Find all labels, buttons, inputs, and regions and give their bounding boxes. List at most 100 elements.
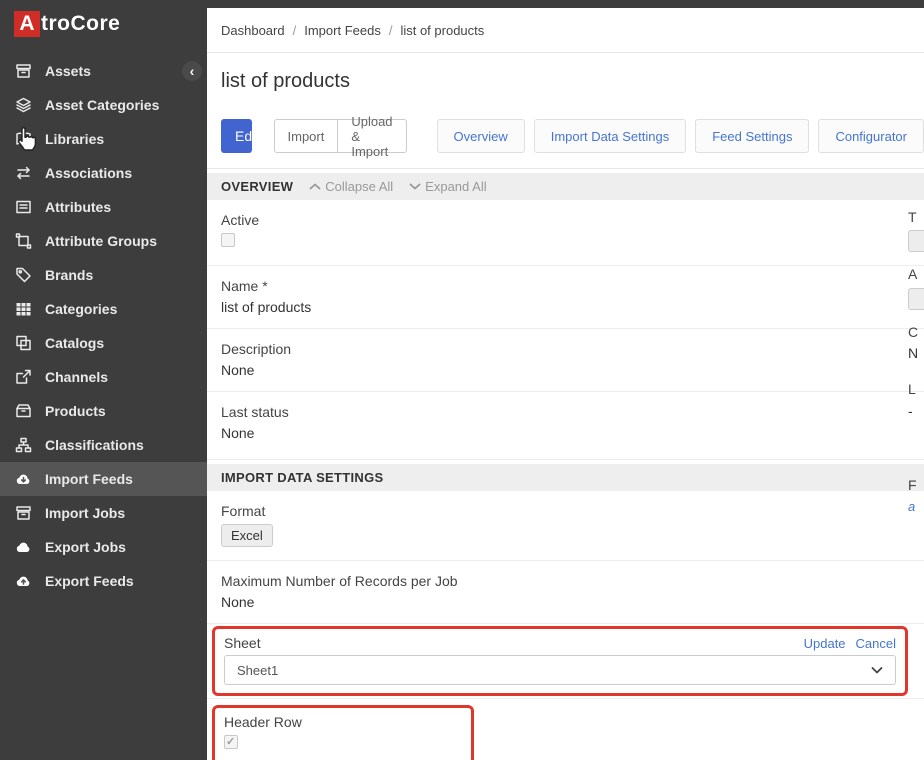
sidebar-item-label: Associations <box>45 165 132 181</box>
sidebar-item-asset-categories[interactable]: Asset Categories <box>0 88 207 122</box>
sidebar-item-label: Export Jobs <box>45 539 126 555</box>
import-data-settings-nav-button[interactable]: Import Data Settings <box>534 119 687 153</box>
sidebar-item-import-feeds[interactable]: Import Feeds <box>0 462 207 496</box>
field-row-sheet: Sheet Update Cancel Sheet1 <box>207 626 924 699</box>
sidebar-item-catalogs[interactable]: Catalogs <box>0 326 207 360</box>
sidebar-collapse-button[interactable]: ‹ <box>182 61 202 81</box>
right-col-value-fragment: - <box>908 403 913 419</box>
panel-nav-buttons: Overview Import Data Settings Feed Setti… <box>437 119 924 153</box>
sidebar-item-attribute-groups[interactable]: Attribute Groups <box>0 224 207 258</box>
sidebar-item-label: Products <box>45 403 106 419</box>
edit-button-group: Edit ▾ <box>221 119 252 153</box>
breadcrumb-separator: / <box>293 23 297 38</box>
overview-nav-button[interactable]: Overview <box>437 119 525 153</box>
collapse-all-link[interactable]: Collapse All <box>309 179 393 194</box>
sidebar-item-import-jobs[interactable]: Import Jobs <box>0 496 207 530</box>
sitemap-icon <box>14 437 32 453</box>
sidebar-item-label: Attribute Groups <box>45 233 157 249</box>
header-row-highlight-box: Header Row <box>212 705 474 760</box>
object-group-icon <box>14 233 32 249</box>
format-value-chip: Excel <box>221 524 273 547</box>
sidebar-item-brands[interactable]: Brands <box>0 258 207 292</box>
field-row-active: Active <box>207 200 924 266</box>
sidebar-item-channels[interactable]: Channels <box>0 360 207 394</box>
right-col-label-fragment: T <box>908 209 917 225</box>
breadcrumb-import-feeds[interactable]: Import Feeds <box>304 23 381 38</box>
sidebar-item-label: Classifications <box>45 437 144 453</box>
sidebar-item-label: Assets <box>45 63 91 79</box>
toolbar-divider <box>207 168 924 169</box>
archive-icon <box>14 505 32 521</box>
sidebar-item-products[interactable]: Products <box>0 394 207 428</box>
right-col-label-fragment: F <box>908 477 917 493</box>
import-data-settings-panel-title: IMPORT DATA SETTINGS <box>221 470 383 485</box>
upload-and-import-button[interactable]: Upload & Import <box>338 119 406 153</box>
import-button[interactable]: Import <box>274 119 339 153</box>
sidebar-item-label: Import Feeds <box>45 471 133 487</box>
sidebar-item-export-feeds[interactable]: Export Feeds <box>0 564 207 598</box>
cloud-upload-icon <box>14 573 32 589</box>
field-row-last-status: Last status None <box>207 392 924 460</box>
sidebar-item-libraries[interactable]: Libraries <box>0 122 207 156</box>
sidebar-item-attributes[interactable]: Attributes <box>0 190 207 224</box>
active-field-label: Active <box>221 212 910 228</box>
logo-text: troCore <box>41 12 120 36</box>
sidebar-item-label: Import Jobs <box>45 505 125 521</box>
field-row-format: Format Excel <box>207 491 924 561</box>
chevron-up-icon <box>309 182 321 191</box>
list-icon <box>14 199 32 215</box>
edit-button[interactable]: Edit <box>221 119 252 153</box>
sidebar-item-label: Asset Categories <box>45 97 159 113</box>
product-box-icon <box>14 403 32 419</box>
overview-panel-title: OVERVIEW <box>221 179 293 194</box>
sidebar-item-label: Channels <box>45 369 108 385</box>
right-col-label-fragment: C <box>908 324 918 340</box>
sidebar-item-label: Catalogs <box>45 335 104 351</box>
description-field-value: None <box>221 362 910 378</box>
book-icon <box>14 131 32 147</box>
right-col-label-fragment: L <box>908 381 916 397</box>
sidebar-item-label: Attributes <box>45 199 111 215</box>
toolbar: Edit ▾ Import Upload & Import Overview I… <box>221 118 924 154</box>
sheet-highlight-box: Sheet Update Cancel Sheet1 <box>212 626 908 696</box>
tag-icon <box>14 267 32 283</box>
clone-icon <box>14 335 32 351</box>
sidebar-item-export-jobs[interactable]: Export Jobs <box>0 530 207 564</box>
sidebar-item-associations[interactable]: Associations <box>0 156 207 190</box>
active-checkbox[interactable] <box>221 233 235 247</box>
feed-settings-nav-button[interactable]: Feed Settings <box>695 119 809 153</box>
sidebar-item-label: Brands <box>45 267 93 283</box>
header-row-checkbox[interactable] <box>224 735 238 749</box>
sidebar-nav: Assets Asset Categories Libraries Associ… <box>0 54 207 598</box>
grid-icon <box>14 301 32 317</box>
breadcrumb-dashboard[interactable]: Dashboard <box>221 23 285 38</box>
max-records-field-value: None <box>221 594 910 610</box>
logo-letter: A <box>14 11 40 37</box>
name-field-label: Name * <box>221 278 910 294</box>
cancel-link[interactable]: Cancel <box>856 636 896 651</box>
field-row-header-row: Header Row <box>207 699 924 760</box>
configurator-nav-button[interactable]: Configurator <box>818 119 924 153</box>
header-row-field-label: Header Row <box>224 714 462 730</box>
max-records-field-label: Maximum Number of Records per Job <box>221 573 910 589</box>
share-icon <box>14 369 32 385</box>
expand-all-link[interactable]: Expand All <box>409 179 486 194</box>
sidebar-item-assets[interactable]: Assets <box>0 54 207 88</box>
sidebar-item-label: Export Feeds <box>45 573 134 589</box>
format-field-label: Format <box>221 503 910 519</box>
sidebar: A troCore ‹ Assets Asset Categories Libr… <box>0 0 207 760</box>
sidebar-item-categories[interactable]: Categories <box>0 292 207 326</box>
right-col-link-fragment: a <box>908 499 915 514</box>
cloud-download-icon <box>14 471 32 487</box>
app-window: A troCore ‹ Assets Asset Categories Libr… <box>0 0 924 760</box>
right-col-chip-fragment <box>908 288 924 310</box>
last-status-field-value: None <box>221 425 910 441</box>
sidebar-item-classifications[interactable]: Classifications <box>0 428 207 462</box>
breadcrumb-separator: / <box>389 23 393 38</box>
sheet-select[interactable]: Sheet1 <box>224 655 896 685</box>
main-content: Dashboard / Import Feeds / list of produ… <box>207 0 924 760</box>
app-logo[interactable]: A troCore <box>0 0 207 48</box>
chevron-down-icon <box>409 182 421 191</box>
update-link[interactable]: Update <box>804 636 846 651</box>
sheet-select-value: Sheet1 <box>237 663 278 678</box>
